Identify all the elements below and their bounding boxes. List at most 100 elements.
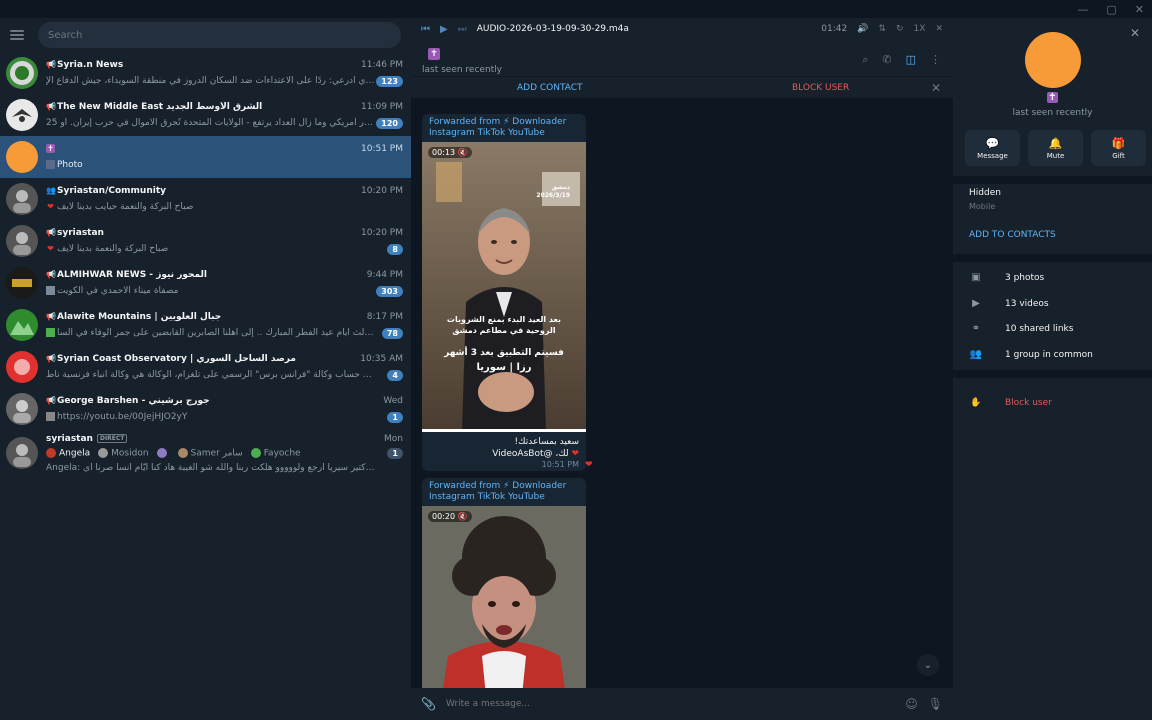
divider xyxy=(953,176,1152,184)
photo-thumb-icon xyxy=(46,286,55,295)
unread-badge: 4 xyxy=(387,369,403,381)
play-icon[interactable]: ▶ xyxy=(440,24,448,35)
muted-icon[interactable]: 🔇 xyxy=(458,148,468,157)
video-player[interactable]: 00:20 🔇 xyxy=(422,506,586,690)
chat-row-alawite-mountains[interactable]: 📢Alawite Mountains | جبال العلويين 8:17 P… xyxy=(0,304,411,346)
link-icon: ⚭ xyxy=(971,323,981,334)
participant: Mosidon xyxy=(98,448,149,459)
unread-badge: 123 xyxy=(376,75,403,87)
muted-icon[interactable]: 🔇 xyxy=(458,512,468,521)
profile-photo-icon xyxy=(13,444,31,467)
unread-badge: 78 xyxy=(381,327,403,339)
unread-badge: 1 xyxy=(387,448,403,459)
chat-time: Wed xyxy=(383,396,403,406)
megaphone-icon: 📢 xyxy=(46,60,56,69)
maximize-icon[interactable]: ▢ xyxy=(1106,3,1116,16)
photo-thumb-icon xyxy=(46,328,55,337)
participants-line: Angela Mosidon Samer سامر Fayoche 1 xyxy=(46,446,403,461)
heart-icon: ❤ xyxy=(47,244,54,253)
avatar xyxy=(6,183,38,215)
chat-bubble-icon: 💬 xyxy=(985,136,1000,150)
shared-videos-item[interactable]: ▶ 13 videos xyxy=(969,298,1048,309)
reaction-heart-icon[interactable]: ❤ xyxy=(585,460,593,470)
close-icon[interactable]: ✕ xyxy=(931,81,941,95)
audio-player-bar: ⏮ ▶ ⏭ AUDIO-2026-03-19-09-30-29.m4a 01:4… xyxy=(411,18,953,40)
chat-header[interactable]: ✝ last seen recently ⌕ ✆ ◫ ⋮ xyxy=(411,40,953,76)
window-controls: — ▢ ✕ xyxy=(952,0,1152,18)
shared-photos-item[interactable]: ▣ 3 photos xyxy=(969,272,1044,283)
previous-track-icon[interactable]: ⏮ xyxy=(421,24,430,35)
close-player-icon[interactable]: ✕ xyxy=(935,24,943,34)
message-video-1[interactable]: Forwarded from ⚡ Downloader Instagram Ti… xyxy=(422,114,586,471)
telegram-window: — ▢ ✕ Search 📢Syria.n News 11:46 PM الأيخ… xyxy=(0,0,1152,720)
profile-avatar[interactable] xyxy=(1025,32,1081,88)
chat-preview: الأيخاي ادرعي: ردًا على الاعتداءات ضد ال… xyxy=(46,76,376,86)
chat-time: 10:20 PM xyxy=(361,228,403,238)
chat-row-syrian-news[interactable]: 📢Syria.n News 11:46 PM الأيخاي ادرعي: ردً… xyxy=(0,52,411,94)
avatar xyxy=(6,309,38,341)
sidebar-toggle-icon[interactable]: ◫ xyxy=(906,53,916,67)
volume-icon[interactable]: 🔊 xyxy=(857,24,868,34)
emoji-icon[interactable]: ☺ xyxy=(905,697,918,711)
chat-time: 11:46 PM xyxy=(361,60,403,70)
profile-photo-icon xyxy=(13,400,31,423)
chat-name: 📢George Barshen - جورج برشيني xyxy=(46,396,210,406)
video-progress-fill xyxy=(422,429,586,432)
unread-badge: 120 xyxy=(376,117,403,129)
close-window-icon[interactable]: ✕ xyxy=(1135,3,1144,16)
chat-list-panel: Search 📢Syria.n News 11:46 PM الأيخاي ادر… xyxy=(0,18,411,720)
chat-status: last seen recently xyxy=(422,65,503,75)
avatar xyxy=(6,393,38,425)
menu-icon[interactable] xyxy=(10,30,24,40)
search-input[interactable]: Search xyxy=(38,22,401,48)
gift-button[interactable]: 🎁 Gift xyxy=(1091,130,1146,166)
chat-row-syriastan-direct[interactable]: syriastan DIRECT Mon Angela Mosidon Samer … xyxy=(0,430,411,476)
message-button[interactable]: 💬 Message xyxy=(965,130,1020,166)
chat-time: 8:17 PM xyxy=(366,312,403,322)
chat-list-toolbar: Search xyxy=(0,18,411,52)
phone-type: Mobile xyxy=(969,202,996,211)
microphone-icon[interactable]: 🎙 xyxy=(928,697,943,711)
forwarded-header[interactable]: Forwarded from ⚡ Downloader Instagram Ti… xyxy=(422,114,586,139)
chat-row-syriastan[interactable]: 📢syriastan 10:20 PM ❤ صباح البركة والنعمة … xyxy=(0,220,411,262)
shared-links-item[interactable]: ⚭ 10 shared links xyxy=(969,323,1074,334)
search-icon[interactable]: ⌕ xyxy=(862,53,868,67)
block-user-button[interactable]: BLOCK USER xyxy=(792,83,849,93)
chat-row-syriastan-community[interactable]: 👥Syriastan/Community 10:20 PM ❤ صباح البرك… xyxy=(0,178,411,220)
message-video-2[interactable]: Forwarded from ⚡ Downloader Instagram Ti… xyxy=(422,478,586,690)
chat-name: 📢syriastan xyxy=(46,228,104,238)
mute-button[interactable]: 🔔 Mute xyxy=(1028,130,1083,166)
playback-speed-button[interactable]: 1X xyxy=(914,24,926,34)
chat-row-new-middle-east[interactable]: 📢The New Middle East الشرق الأوسط الجديد… xyxy=(0,94,411,136)
video-overlay-text: بعد العيد البدء بمنع الشروبات الروحية في… xyxy=(446,315,562,335)
minimize-icon[interactable]: — xyxy=(1077,3,1088,16)
forwarded-header[interactable]: Forwarded from ⚡ Downloader Instagram Ti… xyxy=(422,478,586,503)
video-watermark: رزا | سوريا xyxy=(476,362,532,373)
more-icon[interactable]: ⋮ xyxy=(930,53,941,67)
chat-name: 📢ALMIHWAR NEWS - المحور نيوز xyxy=(46,270,208,280)
channel-logo-icon xyxy=(10,61,34,85)
block-user-item[interactable]: ✋ Block user xyxy=(969,398,1051,408)
emoji-badge-icon: ✝ xyxy=(428,47,440,60)
scroll-down-button[interactable]: ⌄ xyxy=(917,654,939,676)
chat-row-active-contact[interactable]: ✝ 10:51 PM Photo xyxy=(0,136,411,178)
video-progress[interactable] xyxy=(422,429,586,432)
gift-icon: 🎁 xyxy=(1111,136,1126,150)
chat-row-syrian-coast-observatory[interactable]: 📢Syrian Coast Observatory | مرصد الساحل … xyxy=(0,346,411,388)
groups-in-common-item[interactable]: 👥 1 group in common xyxy=(969,349,1093,360)
phone-icon[interactable]: ✆ xyxy=(882,53,891,67)
video-player[interactable]: 00:13 🔇 بعد العيد البدء بمنع الشروبات ال… xyxy=(422,142,586,432)
message-input[interactable] xyxy=(445,699,896,709)
order-icon[interactable]: ⇅ xyxy=(878,24,886,34)
repeat-icon[interactable]: ↻ xyxy=(896,24,904,34)
photo-thumb-icon xyxy=(46,160,55,169)
chat-row-george-barshen[interactable]: 📢George Barshen - جورج برشيني Wed https:/… xyxy=(0,388,411,430)
next-track-icon[interactable]: ⏭ xyxy=(458,24,467,35)
attach-icon[interactable]: 📎 xyxy=(421,697,436,711)
close-profile-icon[interactable]: ✕ xyxy=(1130,26,1140,40)
add-contact-button[interactable]: ADD CONTACT xyxy=(517,83,583,93)
chat-time: 10:20 PM xyxy=(361,186,403,196)
video-thumbnail[interactable] xyxy=(422,506,586,690)
chat-row-almihwar-news[interactable]: 📢ALMIHWAR NEWS - المحور نيوز 9:44 PM مصفا… xyxy=(0,262,411,304)
add-to-contacts-button[interactable]: ADD TO CONTACTS xyxy=(969,230,1056,240)
